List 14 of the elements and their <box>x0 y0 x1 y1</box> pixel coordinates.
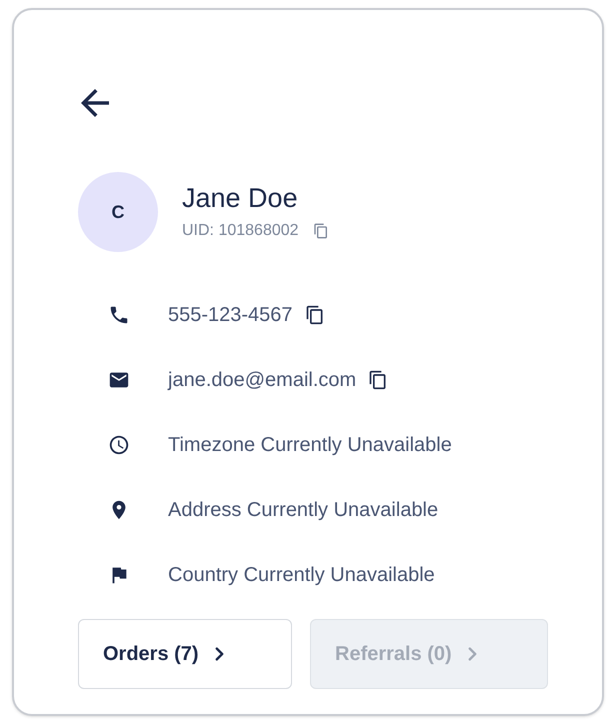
customer-name: Jane Doe <box>182 182 299 215</box>
copy-icon[interactable] <box>368 370 388 390</box>
detail-text: jane.doe@email.com <box>168 368 356 392</box>
nav-button[interactable]: Orders (7) <box>78 619 292 689</box>
chevron-icon <box>468 647 477 661</box>
uid-text: UID: 101868002 <box>182 221 299 241</box>
chevron-icon <box>214 647 224 661</box>
copy-icon[interactable] <box>304 304 325 324</box>
detail-text: Timezone Currently Unavailable <box>168 432 452 458</box>
detail-text: 555-123-4567 <box>168 302 293 328</box>
clock-icon <box>108 434 130 456</box>
detail-text: Address Currently Unavailable <box>168 498 438 522</box>
detail-text: Country Currently Unavailable <box>168 562 435 588</box>
avatar: C <box>78 172 158 252</box>
